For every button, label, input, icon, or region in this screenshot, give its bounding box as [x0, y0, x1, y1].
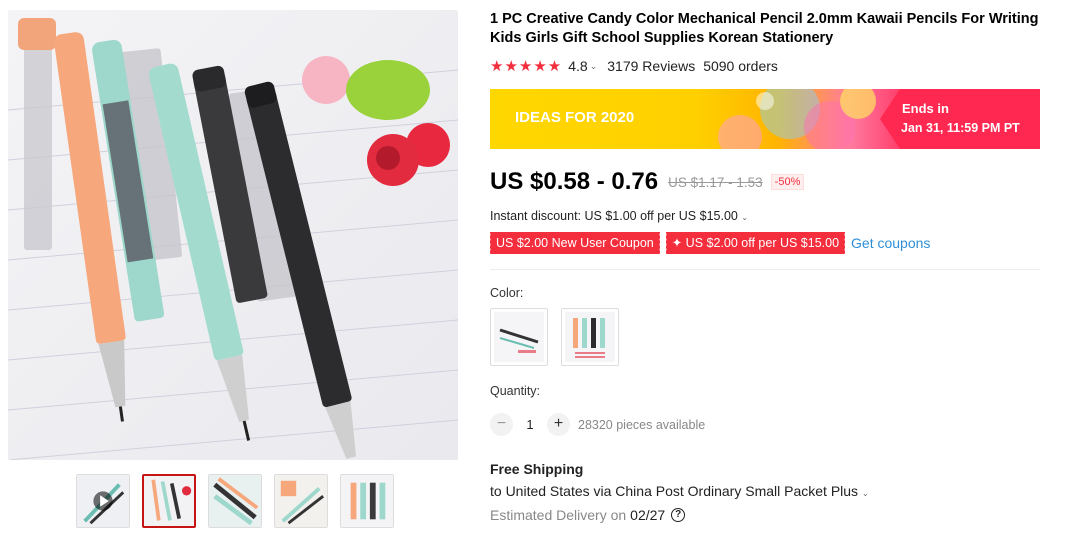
- chevron-down-icon[interactable]: ⌄: [741, 213, 748, 222]
- instant-discount-text: Instant discount: US $1.00 off per US $1…: [490, 209, 738, 223]
- current-price: US $0.58 - 0.76: [490, 168, 659, 195]
- star-rating-icon: ★★★★★: [490, 58, 563, 75]
- quantity-plus-button[interactable]: +: [547, 413, 570, 436]
- promo-ends-time: Jan 31, 11:59 PM PT: [901, 121, 1020, 135]
- price-row: US $0.58 - 0.76 US $1.17 - 1.53 -50%: [490, 168, 805, 196]
- color-option-1[interactable]: [490, 308, 548, 366]
- original-price: US $1.17 - 1.53: [668, 174, 763, 190]
- question-circle-icon[interactable]: ?: [671, 508, 686, 522]
- shipping-destination-text: to United States via China Post Ordinary…: [490, 483, 859, 499]
- rating-row: ★★★★★ 4.8 ⌄ 3179 Reviews 5090 orders: [490, 57, 1040, 75]
- chevron-down-icon[interactable]: ⌄: [862, 489, 869, 498]
- product-info: 1 PC Creative Candy Color Mechanical Pen…: [489, 10, 1040, 523]
- pieces-available: 28320 pieces available: [578, 417, 706, 432]
- promo-banner-title: IDEAS FOR 2020: [515, 109, 635, 126]
- get-coupons-link[interactable]: Get coupons: [851, 235, 930, 251]
- thumbnail-2[interactable]: [208, 474, 262, 528]
- color-option-image: [565, 312, 615, 362]
- promo-countdown-panel: [880, 89, 1040, 149]
- thumbnail-1-selected[interactable]: [142, 474, 196, 528]
- discount-badge: -50%: [770, 174, 805, 190]
- reviews-link[interactable]: 3179 Reviews: [607, 58, 695, 74]
- chevron-down-icon[interactable]: ⌄: [590, 61, 598, 72]
- coupon-row: US $2.00 New User Coupon ✦ US $2.00 off …: [489, 232, 930, 254]
- delivery-date: 02/27: [630, 507, 666, 523]
- color-option-2[interactable]: [561, 308, 619, 366]
- thumbnail-video[interactable]: [76, 474, 130, 528]
- thumbnail-image: [275, 475, 327, 527]
- estimated-delivery: Estimated Delivery on 02/27 ?: [490, 507, 686, 523]
- orders-count: 5090 orders: [703, 58, 778, 74]
- shipping-destination[interactable]: to United States via China Post Ordinary…: [490, 483, 869, 499]
- thumbnail-3[interactable]: [274, 474, 328, 528]
- quantity-label: Quantity:: [490, 384, 541, 398]
- shipping-title: Free Shipping: [490, 461, 584, 477]
- thumbnail-strip: [76, 474, 394, 528]
- section-divider: [490, 269, 1040, 270]
- thumbnail-image: [209, 475, 261, 527]
- main-product-image[interactable]: [8, 10, 458, 460]
- quantity-input[interactable]: 1: [513, 417, 547, 432]
- color-option-image: [494, 312, 544, 362]
- color-swatches: [490, 308, 619, 366]
- thumbnail-image: [341, 475, 393, 527]
- quantity-stepper: − 1 + 28320 pieces available: [490, 413, 705, 436]
- rating-value[interactable]: 4.8: [568, 58, 587, 74]
- product-photo: [8, 10, 458, 460]
- instant-discount[interactable]: Instant discount: US $1.00 off per US $1…: [490, 209, 748, 223]
- video-thumbnail-image: [77, 475, 129, 527]
- color-label: Color:: [490, 286, 524, 300]
- promo-banner[interactable]: IDEAS FOR 2020 Ends in Jan 31, 11:59 PM …: [490, 89, 1040, 149]
- product-title: 1 PC Creative Candy Color Mechanical Pen…: [490, 11, 1039, 46]
- promo-ends-label: Ends in: [902, 101, 949, 116]
- delivery-label: Estimated Delivery on: [490, 507, 627, 523]
- thumbnail-image: [144, 476, 194, 526]
- quantity-minus-button[interactable]: −: [490, 413, 513, 436]
- new-user-coupon[interactable]: US $2.00 New User Coupon: [489, 232, 660, 254]
- thumbnail-4[interactable]: [340, 474, 394, 528]
- store-coupon[interactable]: ✦ US $2.00 off per US $15.00: [664, 232, 846, 254]
